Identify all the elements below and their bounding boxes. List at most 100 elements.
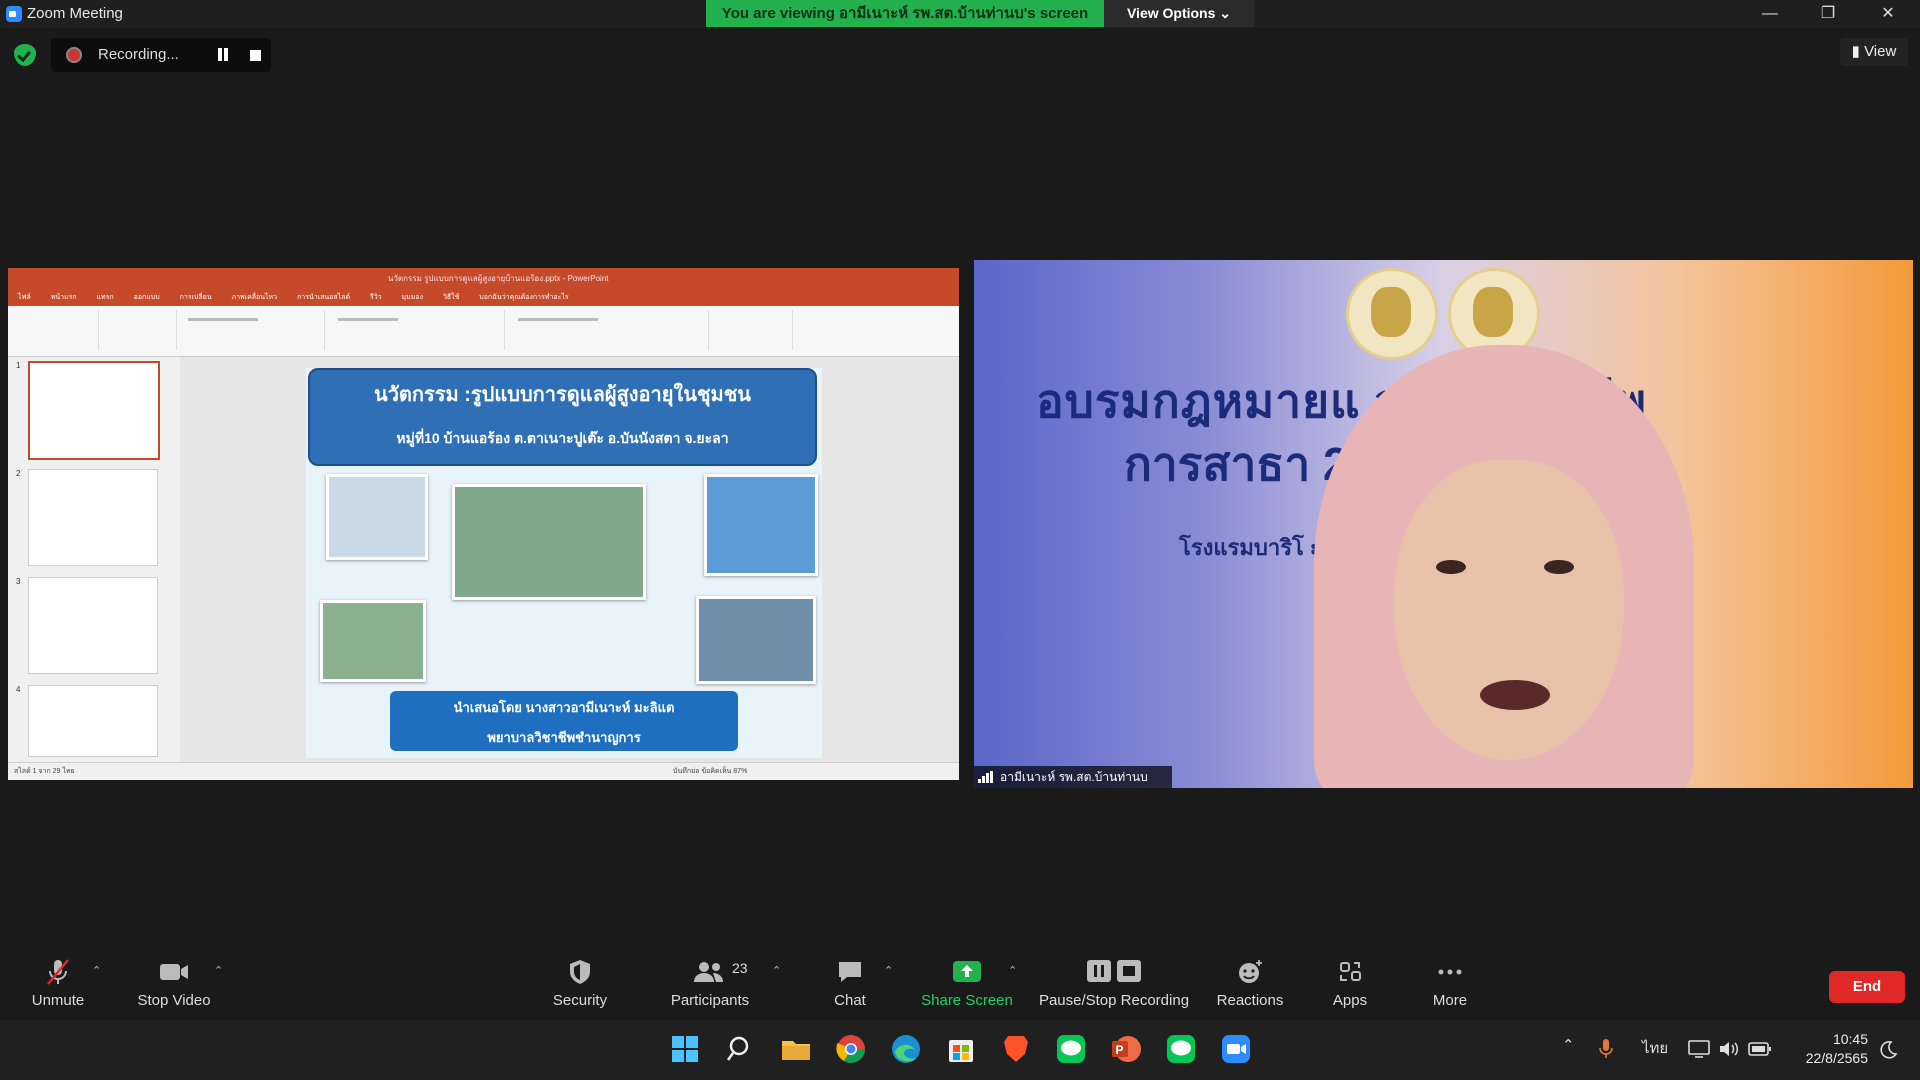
edge-icon[interactable]: [889, 1032, 923, 1066]
ribbon-group: [328, 310, 505, 350]
presenter-box: นำเสนอโดย นางสาวอามีเนาะห์ มะลิแต พยาบาล…: [390, 691, 738, 751]
video-options-chevron-icon[interactable]: ⌃: [214, 964, 224, 977]
participants-options-chevron-icon[interactable]: ⌃: [772, 964, 782, 977]
brave-browser-icon[interactable]: [999, 1032, 1033, 1066]
shape-gallery: [518, 318, 598, 321]
unmute-label: Unmute: [31, 992, 85, 1009]
slide-thumbnails: 1 2 3 4: [8, 357, 180, 762]
restore-icon[interactable]: ❐: [1806, 0, 1850, 28]
clock-time: 10:45: [1832, 1031, 1868, 1047]
garden-photo: [320, 600, 426, 682]
window-title: Zoom Meeting: [27, 5, 123, 22]
ribbon-tab: การเปลี่ยน: [179, 294, 212, 301]
volume-icon[interactable]: [1718, 1040, 1740, 1058]
thumb-number: 3: [16, 577, 21, 586]
paragraph-controls: [338, 318, 398, 321]
battery-icon[interactable]: [1748, 1040, 1772, 1058]
file-explorer-icon[interactable]: [779, 1032, 813, 1066]
chrome-icon[interactable]: [834, 1032, 868, 1066]
mouth: [1480, 680, 1550, 710]
svg-text:P: P: [1116, 1043, 1124, 1057]
presenter-name: นำเสนอโดย นางสาวอามีเนาะห์ มะลิแต: [453, 700, 675, 715]
hospital-sign-photo: [452, 484, 646, 600]
eye: [1436, 560, 1466, 574]
stop-recording-icon[interactable]: [250, 50, 261, 61]
windows-taskbar: P ⌃ ไทย 10:45 22/8/2565: [0, 1020, 1920, 1080]
security-label: Security: [552, 992, 608, 1009]
notification-moon-icon[interactable]: [1878, 1040, 1898, 1060]
show-hidden-icons-chevron-icon[interactable]: ⌃: [1562, 1036, 1575, 1054]
security-shield-icon[interactable]: [14, 44, 36, 66]
stop-video-button[interactable]: Stop Video: [128, 958, 220, 1009]
slide-thumbnail[interactable]: [28, 469, 158, 566]
close-icon[interactable]: ✕: [1866, 0, 1910, 28]
title-bar: Zoom Meeting You are viewing อามีเนาะห์ …: [0, 0, 1920, 28]
ribbon-tab: ไฟล์: [18, 294, 31, 301]
pause-stop-recording-button[interactable]: Pause/Stop Recording: [1036, 958, 1192, 1009]
recording-dot-icon: [66, 47, 82, 63]
more-button[interactable]: More: [1410, 958, 1490, 1009]
reactions-button[interactable]: Reactions: [1210, 958, 1290, 1009]
ribbon-tab: ออกแบบ: [133, 294, 160, 301]
chat-options-chevron-icon[interactable]: ⌃: [884, 964, 894, 977]
reactions-smiley-icon: [1239, 960, 1262, 983]
share-screen-label: Share Screen: [921, 992, 1013, 1009]
ribbon-tab: แทรก: [96, 294, 114, 301]
powerpoint-icon[interactable]: P: [1109, 1032, 1143, 1066]
ribbon-tab: รีวิว: [369, 294, 382, 301]
chat-button[interactable]: Chat: [810, 958, 890, 1009]
participant-face: [1394, 460, 1624, 760]
participants-count: 23: [732, 960, 748, 976]
ribbon-tab: หน้าแรก: [50, 294, 77, 301]
portrait-photo: [326, 474, 428, 560]
powerpoint-title-bar: นวัตกรรม รูปแบบการดูแลผู้สูงอายุบ้านแอร้…: [8, 268, 959, 306]
security-button[interactable]: Security: [540, 958, 620, 1009]
slide-thumbnail[interactable]: [28, 685, 158, 757]
minimize-icon[interactable]: —: [1748, 0, 1792, 28]
unmute-button[interactable]: Unmute: [18, 958, 98, 1009]
share-options-chevron-icon[interactable]: ⌃: [1008, 964, 1018, 977]
chat-bubble-icon: [839, 962, 861, 982]
view-button[interactable]: ▮ View: [1840, 38, 1908, 66]
line-app-icon[interactable]: [1054, 1032, 1088, 1066]
video-tile[interactable]: อบรมกฎหมายแ จรรณวิชาชีพ การสาธา 2565 โรง…: [974, 260, 1913, 788]
zoom-app-icon[interactable]: [1219, 1032, 1253, 1066]
microsoft-store-icon[interactable]: [944, 1032, 978, 1066]
background-banner-line: โรงแรมบาริโ ะบี่: [1179, 535, 1336, 560]
slide-thumbnail[interactable]: [28, 577, 158, 674]
slide-title: นวัตกรรม :รูปแบบการดูแลผู้สูงอายุในชุมชน: [374, 384, 751, 406]
audio-options-chevron-icon[interactable]: ⌃: [92, 964, 102, 977]
slide-thumbnail[interactable]: [28, 361, 160, 460]
recording-indicator: Recording...: [51, 38, 271, 72]
apps-button[interactable]: Apps: [1310, 958, 1390, 1009]
network-icon[interactable]: [1688, 1040, 1710, 1058]
end-meeting-button[interactable]: End: [1829, 971, 1905, 1003]
building-photo: [704, 474, 818, 576]
windows-start-icon[interactable]: [668, 1032, 702, 1066]
microphone-muted-icon: [47, 959, 69, 985]
slide-subtitle: หมู่ที่10 บ้านแอร้อง ต.ตาเนาะปูเต๊ะ อ.บั…: [396, 430, 729, 446]
microphone-tray-icon[interactable]: [1598, 1038, 1614, 1060]
signal-icon: [978, 771, 994, 783]
share-screen-button[interactable]: Share Screen: [918, 958, 1016, 1009]
font-box: [188, 318, 258, 321]
language-indicator[interactable]: ไทย: [1642, 1036, 1668, 1060]
line-app-icon[interactable]: [1164, 1032, 1198, 1066]
ribbon-group: [102, 310, 177, 350]
search-icon[interactable]: [724, 1032, 758, 1066]
shared-screen: นวัตกรรม รูปแบบการดูแลผู้สูงอายุบ้านแอร้…: [8, 268, 959, 780]
view-options-button[interactable]: View Options ⌄: [1104, 0, 1254, 27]
powerpoint-status-bar: สไลด์ 1 จาก 29 ไทย บันทึกย่อ ข้อคิดเห็น …: [8, 762, 959, 780]
ribbon-group: [12, 310, 99, 350]
participants-button[interactable]: 23 Participants: [660, 958, 760, 1009]
taskbar-clock[interactable]: 10:45 22/8/2565: [1790, 1030, 1868, 1068]
apps-label: Apps: [1332, 992, 1368, 1009]
participant-name: อามีเนาะห์ รพ.สต.บ้านท่านบ: [1000, 770, 1148, 784]
participants-icon: [694, 962, 723, 982]
slide-count: สไลด์ 1 จาก 29 ไทย: [14, 768, 75, 775]
presenter-role: พยาบาลวิชาชีพชำนาญการ: [487, 730, 641, 745]
participant-name-tag: อามีเนาะห์ รพ.สต.บ้านท่านบ: [974, 766, 1172, 788]
pause-recording-icon[interactable]: [216, 48, 230, 62]
ribbon-tab: วิธีใช้: [442, 294, 460, 301]
ribbon-group: [508, 310, 709, 350]
